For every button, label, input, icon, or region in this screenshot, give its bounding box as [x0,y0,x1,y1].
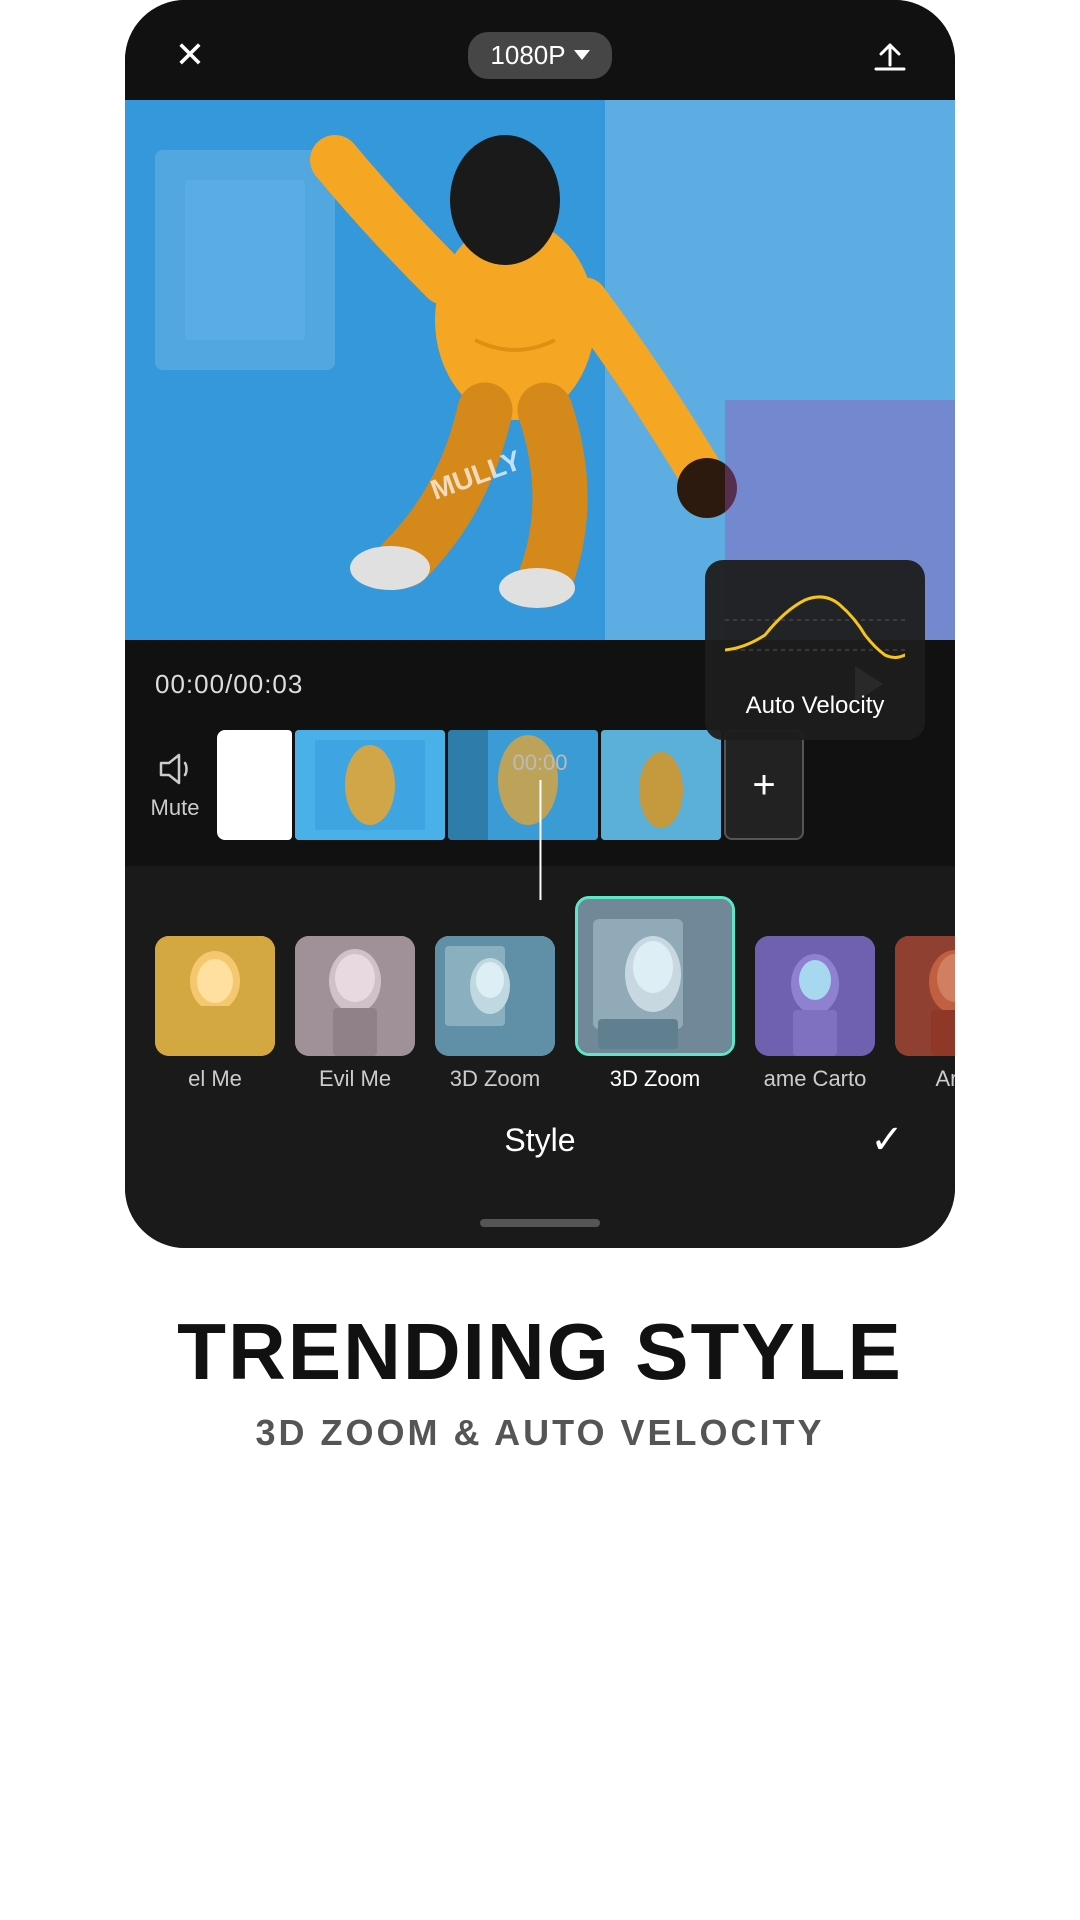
quality-label: 1080P [490,40,565,71]
style-panel: el Me Evil Me [125,866,955,1198]
add-icon: + [752,763,775,808]
bottom-handle [125,1198,955,1248]
clips-strip[interactable]: 0:1:11 [217,730,935,840]
clip-thumb-3[interactable] [601,730,721,840]
marketing-title: TRENDING STYLE [20,1308,1060,1396]
style-title: Style [221,1122,859,1159]
time-display: 00:00/00:03 [155,669,303,700]
chevron-down-icon [574,50,590,60]
style-bottom-bar: Style ✓ [125,1092,955,1178]
style-item-3d-zoom-selected[interactable]: 3D Zoom [575,896,735,1092]
style-item-evil-me[interactable]: Evil Me [295,936,415,1092]
clip-spacer [217,730,292,840]
style-thumb-arty [895,936,955,1056]
mute-button[interactable]: Mute [145,749,205,821]
export-button[interactable] [865,30,915,80]
style-item-flame-cartoon[interactable]: ame Carto [755,936,875,1092]
style-label-3d-zoom-selected: 3D Zoom [610,1066,700,1092]
close-button[interactable]: ✕ [165,30,215,80]
mute-icon [153,749,197,789]
style-items: el Me Evil Me [125,896,955,1092]
style-thumb-flame-cartoon [755,936,875,1056]
style-item-eel-me[interactable]: el Me [155,936,275,1092]
style-label-arty: Arty [935,1066,955,1092]
top-bar: ✕ 1080P [125,0,955,100]
clip-thumb-1[interactable] [295,730,445,840]
dancer-svg: MULLY [125,100,955,640]
phone-frame: ✕ 1080P [125,0,955,1248]
cursor-time: 00:00 [512,750,567,776]
style-confirm-button[interactable]: ✓ [859,1112,915,1168]
add-clip-button[interactable]: + [724,730,804,840]
auto-velocity-popup: Auto Velocity [705,560,925,740]
style-item-arty[interactable]: Arty [895,936,955,1092]
video-preview: MULLY [125,100,955,640]
marketing-section: TRENDING STYLE 3D ZOOM & AUTO VELOCITY [0,1248,1080,1494]
close-icon: ✕ [175,34,205,76]
style-label-flame-cartoon: ame Carto [764,1066,867,1092]
style-thumb-eel-me [155,936,275,1056]
style-item-3d-zoom-1[interactable]: 3D Zoom [435,936,555,1092]
check-icon: ✓ [870,1117,904,1163]
marketing-subtitle: 3D ZOOM & AUTO VELOCITY [20,1412,1060,1454]
style-thumb-evil-me [295,936,415,1056]
cursor-line [539,780,541,900]
quality-selector[interactable]: 1080P [468,32,611,79]
style-label-evil-me: Evil Me [319,1066,391,1092]
timeline-cursor: 00:00 [512,750,567,900]
export-icon [868,33,912,77]
velocity-graph [725,580,905,680]
mute-label: Mute [151,795,200,821]
handle-bar [480,1219,600,1227]
auto-velocity-label: Auto Velocity [746,692,885,720]
style-label-eel-me: el Me [188,1066,242,1092]
style-thumb-3d-zoom-1 [435,936,555,1056]
style-thumb-3d-zoom-selected [575,896,735,1056]
timeline-area: 00:00 Mute 0:1:11 [125,720,955,866]
style-label-3d-zoom-1: 3D Zoom [450,1066,540,1092]
